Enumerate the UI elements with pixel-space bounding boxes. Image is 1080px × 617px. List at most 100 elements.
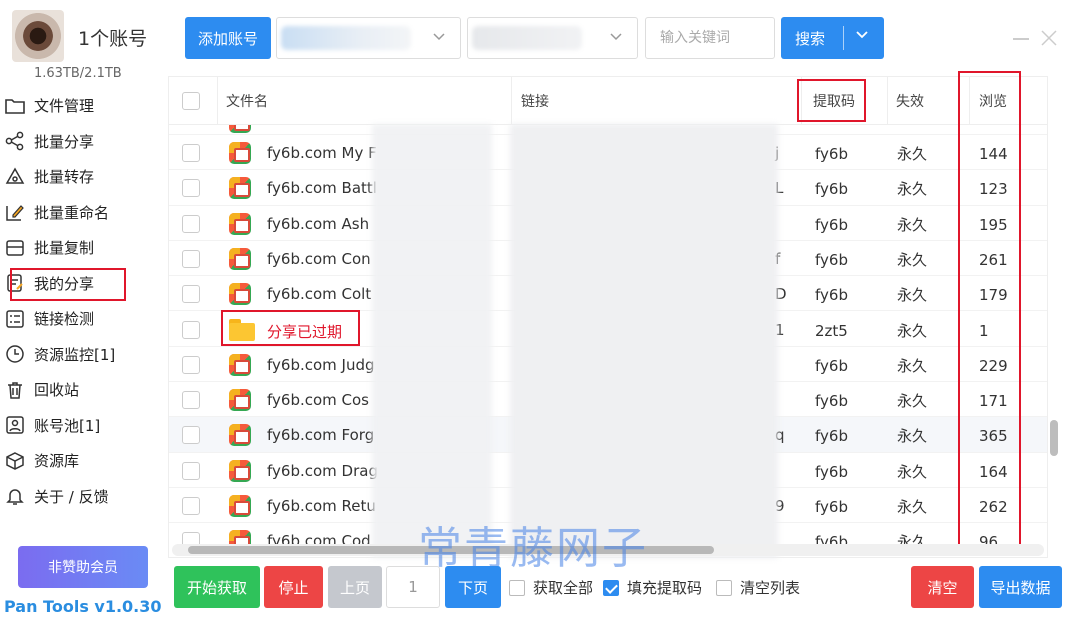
row-filename: fy6b.com Con (267, 249, 371, 268)
row-checkbox[interactable] (182, 391, 200, 413)
checkbox-box[interactable] (509, 579, 525, 596)
row-expiry: 永久 (897, 356, 928, 375)
row-code: fy6b (815, 356, 848, 375)
file-icon (229, 495, 251, 517)
sidebar-item-batch-copy[interactable]: 批量复制 (0, 230, 168, 266)
add-account-button[interactable]: 添加账号 (185, 17, 271, 59)
row-filename: fy6b.com Judg (267, 355, 375, 374)
close-icon[interactable] (1039, 28, 1061, 50)
file-icon (229, 125, 251, 133)
next-page-button[interactable]: 下页 (445, 566, 501, 608)
account-pool-icon (5, 415, 25, 435)
row-checkbox[interactable] (182, 179, 200, 201)
sidebar-item-resource-library[interactable]: 资源库 (0, 443, 168, 479)
sidebar-item-label: 账号池[1] (34, 416, 101, 435)
avatar[interactable] (12, 10, 64, 62)
table-header: 文件名 链接 提取码 失效 浏览 (169, 77, 1047, 125)
app-version: Pan Tools v1.0.30 (4, 597, 162, 616)
link-check-icon (5, 309, 25, 329)
search-button[interactable]: 搜索 (781, 17, 884, 59)
rename-icon (5, 202, 25, 222)
export-button[interactable]: 导出数据 (979, 566, 1062, 608)
row-checkbox[interactable] (182, 320, 200, 343)
row-expiry: 永久 (897, 250, 928, 269)
sidebar-item-label: 资源监控[1] (34, 345, 116, 364)
blurred-value (281, 26, 411, 50)
file-icon (229, 283, 251, 306)
row-code: fy6b (815, 215, 848, 234)
row-expiry: 永久 (897, 321, 928, 340)
checkbox-box[interactable] (716, 579, 732, 596)
chevron-down-icon (609, 29, 625, 45)
row-filename: fy6b.com Ash (267, 214, 370, 233)
start-fetch-button[interactable]: 开始获取 (174, 566, 260, 608)
chevron-down-icon[interactable] (855, 27, 869, 45)
blurred-region (372, 124, 492, 558)
sidebar-item-about-feedback[interactable]: 关于 / 反馈 (0, 479, 168, 515)
blurred-region (510, 124, 778, 558)
search-input[interactable] (645, 17, 775, 59)
sidebar-item-link-check[interactable]: 链接检测 (0, 301, 168, 337)
header-expiry[interactable]: 失效 (896, 77, 924, 125)
highlight-box (10, 267, 126, 301)
row-filename: fy6b.com My F (267, 144, 377, 162)
prev-page-button[interactable]: 上页 (328, 566, 382, 608)
sidebar-item-batch-rename[interactable]: 批量重命名 (0, 195, 168, 231)
sidebar-item-label: 回收站 (34, 381, 80, 400)
sidebar-item-my-share[interactable]: 我的分享 (0, 266, 168, 302)
search-button-label: 搜索 (795, 30, 826, 48)
account-select[interactable] (276, 17, 461, 59)
highlight-code-header (797, 79, 866, 122)
sidebar-item-account-pool[interactable]: 账号池[1] (0, 408, 168, 444)
sidebar-item-resource-monitor[interactable]: 资源监控[1] (0, 337, 168, 373)
vip-button[interactable]: 非赞助会员 (18, 546, 148, 588)
stop-button[interactable]: 停止 (264, 566, 323, 608)
folder-select[interactable] (467, 17, 638, 59)
row-checkbox[interactable] (182, 355, 200, 378)
row-checkbox[interactable] (182, 144, 200, 166)
vertical-scrollbar[interactable] (1048, 124, 1060, 544)
clear-list-checkbox[interactable]: 清空列表 (716, 577, 800, 598)
row-checkbox[interactable] (182, 249, 200, 272)
sidebar-item-file-manage[interactable]: 文件管理 (0, 88, 168, 124)
sidebar: 1个账号 1.63TB/2.1TB 文件管理 批量分享 批量转存 批量重命名 批… (0, 0, 168, 617)
row-code: fy6b (815, 462, 848, 481)
row-checkbox[interactable] (182, 497, 200, 519)
minimize-button[interactable] (1013, 38, 1029, 40)
account-count: 1个账号 (78, 28, 148, 50)
page-input[interactable] (386, 566, 440, 608)
row-filename: fy6b.com Forg (267, 426, 375, 445)
row-expiry: 永久 (897, 462, 928, 481)
checkbox-label: 获取全部 (533, 579, 594, 597)
sidebar-item-batch-share[interactable]: 批量分享 (0, 124, 168, 160)
row-expiry: 永久 (897, 286, 928, 305)
fill-code-checkbox[interactable]: 填充提取码 (603, 577, 702, 598)
fetch-all-checkbox[interactable]: 获取全部 (509, 577, 593, 598)
row-filename: fy6b.com Battl (267, 179, 377, 198)
sidebar-item-label: 资源库 (34, 452, 80, 471)
file-icon (229, 247, 251, 270)
row-code: fy6b (815, 498, 848, 516)
folder-icon (5, 96, 25, 116)
header-filename[interactable]: 文件名 (226, 77, 268, 125)
file-icon (229, 459, 251, 482)
sidebar-item-label: 批量转存 (34, 168, 95, 187)
row-checkbox[interactable] (182, 426, 200, 448)
row-code: fy6b (815, 286, 848, 305)
select-all-checkbox[interactable] (182, 77, 200, 125)
header-link[interactable]: 链接 (521, 77, 549, 125)
row-checkbox[interactable] (182, 285, 200, 307)
clear-button[interactable]: 清空 (911, 566, 974, 608)
sidebar-item-label: 批量复制 (34, 239, 95, 258)
file-icon (229, 212, 251, 235)
sidebar-item-recycle-bin[interactable]: 回收站 (0, 372, 168, 408)
row-checkbox[interactable] (182, 214, 200, 237)
sidebar-item-batch-transfer[interactable]: 批量转存 (0, 159, 168, 195)
checkbox-box[interactable] (603, 579, 619, 596)
row-checkbox[interactable] (182, 461, 200, 484)
storage-usage: 1.63TB/2.1TB (34, 66, 122, 81)
highlight-views-column (958, 71, 1021, 551)
divider (843, 26, 844, 50)
sidebar-item-label: 批量重命名 (34, 203, 110, 222)
row-expiry: 永久 (897, 498, 928, 516)
